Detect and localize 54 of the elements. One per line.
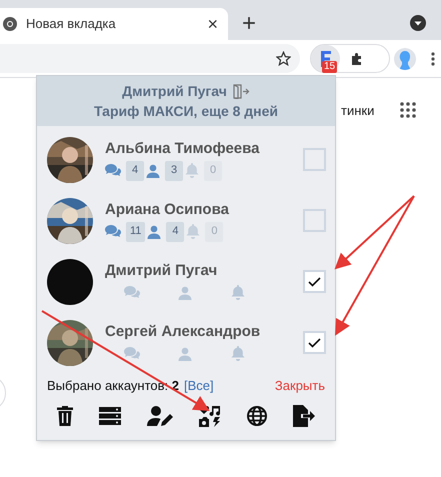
tab-title: Новая вкладка [26, 15, 116, 34]
media-icon[interactable] [199, 405, 221, 427]
count-badge: 4 [166, 222, 184, 242]
person-icon [399, 50, 411, 70]
page-link[interactable]: тинки [341, 101, 374, 120]
new-tab-button[interactable]: + [242, 12, 256, 36]
dropdown-icon[interactable] [410, 15, 426, 31]
trash-icon[interactable] [57, 406, 73, 426]
checkmark-icon [308, 276, 321, 286]
profile-avatar[interactable] [394, 48, 416, 70]
server-icon[interactable] [99, 407, 121, 425]
bell-icon [186, 224, 200, 239]
checkmark-icon [308, 338, 321, 348]
bell-icon [185, 163, 199, 178]
chat-icon [124, 347, 140, 360]
checkbox[interactable] [303, 148, 326, 171]
checkbox[interactable] [303, 209, 326, 232]
chat-icon [124, 286, 140, 299]
browser-logo-icon [3, 17, 17, 31]
globe-icon[interactable] [247, 406, 267, 426]
account-name[interactable]: Дмитрий Пугач [105, 260, 264, 280]
count-badge: 0 [204, 160, 222, 180]
user-edit-icon[interactable] [147, 406, 173, 426]
file-export-icon[interactable] [293, 405, 315, 427]
apps-grid-icon[interactable] [400, 102, 416, 118]
close-tab-button[interactable]: × [207, 15, 218, 33]
account-name[interactable]: Ариана Осипова [105, 200, 229, 220]
chat-icon [105, 164, 121, 177]
person-icon [178, 346, 192, 360]
select-all-link[interactable]: [Все] [184, 376, 214, 396]
browser-tab[interactable]: Новая вкладка × [0, 8, 228, 40]
checkbox[interactable] [303, 331, 326, 354]
user-name: Дмитрий Пугач [122, 82, 227, 101]
star-icon[interactable] [276, 51, 291, 66]
logout-icon[interactable] [232, 84, 250, 98]
bell-icon [230, 346, 244, 361]
count-badge: 3 [165, 160, 183, 180]
chat-icon [105, 225, 121, 238]
checkbox[interactable] [303, 270, 326, 293]
close-link[interactable]: Закрыть [274, 376, 325, 396]
account-name[interactable]: Альбина Тимофеева [105, 138, 260, 158]
count-badge: 4 [126, 160, 144, 180]
menu-icon[interactable] [431, 52, 435, 66]
account-name[interactable]: Сергей Александров [105, 322, 264, 342]
plan-info: Тариф МАКСИ, еще 8 дней [94, 102, 278, 121]
person-icon [147, 224, 162, 238]
puzzle-icon[interactable] [350, 52, 364, 66]
avatar [47, 258, 93, 304]
notification-badge: 15 [322, 61, 338, 73]
count-badge: 0 [205, 222, 224, 242]
person-icon [178, 286, 192, 300]
bell-icon [230, 285, 244, 300]
person-icon [146, 164, 160, 178]
count-badge: 11 [126, 222, 146, 242]
